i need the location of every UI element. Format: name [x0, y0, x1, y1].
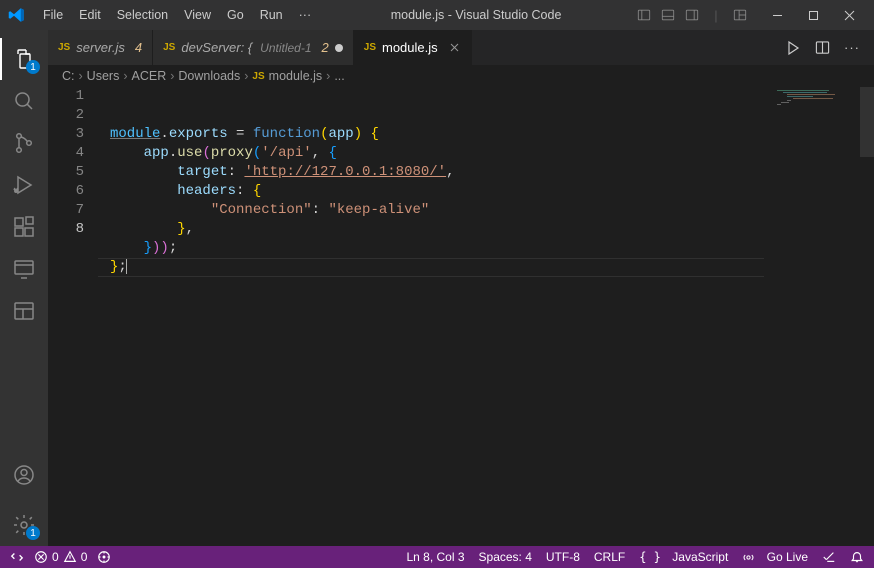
status-language[interactable]: { } JavaScript	[639, 550, 728, 564]
settings-badge: 1	[26, 526, 40, 540]
toggle-panel-left-icon[interactable]	[634, 8, 654, 23]
menu-file[interactable]: File	[36, 4, 70, 26]
status-spaces[interactable]: Spaces: 4	[479, 550, 532, 564]
tab-devserver[interactable]: JS devServer: { Untitled-1 2	[153, 30, 354, 65]
customize-layout-icon[interactable]	[730, 8, 750, 23]
status-problems[interactable]: 0 0	[34, 550, 87, 564]
breadcrumbs[interactable]: C:› Users› ACER› Downloads› JS module.js…	[48, 65, 874, 87]
status-golive[interactable]: Go Live	[742, 550, 808, 564]
more-actions-icon[interactable]: ···	[844, 40, 860, 55]
js-file-icon: JS	[252, 71, 264, 82]
status-remote[interactable]	[10, 550, 24, 564]
breadcrumb-segment[interactable]: Users	[87, 69, 120, 83]
activity-remote-explorer[interactable]	[0, 248, 48, 290]
menu-view[interactable]: View	[177, 4, 218, 26]
status-encoding[interactable]: UTF-8	[546, 550, 580, 564]
status-eol[interactable]: CRLF	[594, 550, 625, 564]
maximize-button[interactable]	[796, 1, 830, 29]
menu-more[interactable]: ···	[292, 4, 319, 26]
activity-extensions[interactable]	[0, 206, 48, 248]
minimize-button[interactable]	[760, 1, 794, 29]
menu-run[interactable]: Run	[253, 4, 290, 26]
code-area[interactable]: module.exports = function(app) { app.use…	[98, 87, 874, 546]
window-title: module.js - Visual Studio Code	[318, 8, 634, 22]
status-notifications[interactable]	[850, 550, 864, 564]
window-controls	[760, 1, 866, 29]
activity-layout[interactable]	[0, 290, 48, 332]
tab-server-js[interactable]: JS server.js 4	[48, 30, 153, 65]
activity-bar: 1 1	[0, 30, 48, 546]
status-lncol[interactable]: Ln 8, Col 3	[406, 550, 464, 564]
activity-source-control[interactable]	[0, 122, 48, 164]
status-bar: 0 0 Ln 8, Col 3 Spaces: 4 UTF-8 CRLF { }…	[0, 546, 874, 568]
minimap[interactable]	[769, 87, 859, 546]
js-file-icon: JS	[364, 42, 376, 53]
split-editor-icon[interactable]	[815, 40, 830, 55]
activity-run-debug[interactable]	[0, 164, 48, 206]
activity-settings[interactable]: 1	[0, 504, 48, 546]
run-icon[interactable]	[785, 40, 801, 56]
js-file-icon: JS	[163, 42, 175, 53]
tab-module-js[interactable]: JS module.js	[354, 30, 472, 65]
breadcrumb-segment[interactable]: ACER	[132, 69, 167, 83]
activity-search[interactable]	[0, 80, 48, 122]
dirty-indicator-icon	[335, 44, 343, 52]
status-prettier[interactable]	[822, 550, 836, 564]
tab-suffix: Untitled-1	[260, 41, 311, 55]
editor-tabs: JS server.js 4 JS devServer: { Untitled-…	[48, 30, 874, 65]
tab-label: module.js	[382, 40, 438, 55]
breadcrumb-segment[interactable]: Downloads	[178, 69, 240, 83]
status-ports[interactable]	[97, 550, 111, 564]
vertical-scrollbar[interactable]	[860, 87, 874, 546]
breadcrumb-segment[interactable]: C:	[62, 69, 75, 83]
breadcrumb-segment[interactable]: module.js	[269, 69, 323, 83]
tab-label: server.js	[76, 40, 125, 55]
menu-go[interactable]: Go	[220, 4, 251, 26]
scrollbar-thumb[interactable]	[860, 87, 874, 157]
breadcrumb-segment[interactable]: ...	[334, 69, 344, 83]
line-gutter: 12345678	[48, 87, 98, 546]
close-tab-icon[interactable]	[448, 41, 461, 54]
menu-edit[interactable]: Edit	[72, 4, 108, 26]
editor[interactable]: 12345678 module.exports = function(app) …	[48, 87, 874, 546]
tab-label: devServer: {	[181, 40, 252, 55]
toggle-panel-bottom-icon[interactable]	[658, 8, 678, 23]
status-warnings-count: 0	[81, 550, 88, 564]
activity-accounts[interactable]	[0, 454, 48, 496]
vscode-logo-icon	[8, 6, 26, 24]
status-errors-count: 0	[52, 550, 59, 564]
js-file-icon: JS	[58, 42, 70, 53]
close-button[interactable]	[832, 1, 866, 29]
tab-actions: ···	[785, 30, 874, 65]
title-bar: File Edit Selection View Go Run ··· modu…	[0, 0, 874, 30]
menu-selection[interactable]: Selection	[110, 4, 175, 26]
menu-bar: File Edit Selection View Go Run ···	[36, 4, 318, 26]
tab-badge: 4	[135, 40, 142, 55]
explorer-badge: 1	[26, 60, 40, 74]
layout-controls: |	[634, 8, 750, 23]
activity-explorer[interactable]: 1	[0, 38, 48, 80]
toggle-panel-right-icon[interactable]	[682, 8, 702, 23]
tab-badge: 2	[322, 40, 329, 55]
